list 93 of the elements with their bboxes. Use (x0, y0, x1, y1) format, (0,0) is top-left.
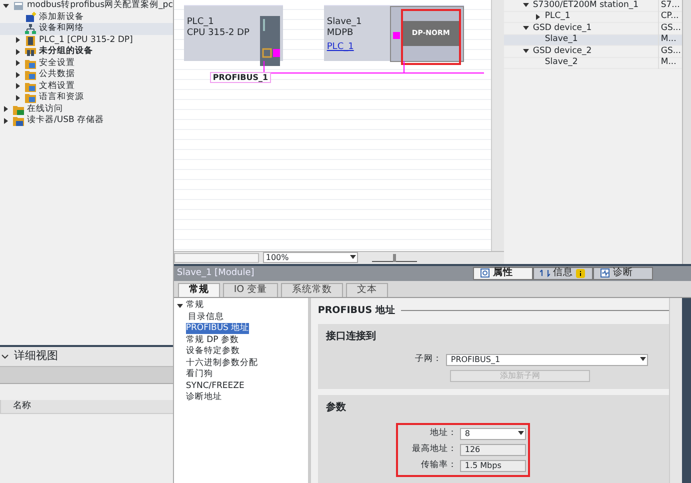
tab[interactable]: 系统常数 (281, 282, 344, 297)
nav-item[interactable]: 十六进制参数分配 (186, 358, 258, 368)
project-icon (13, 0, 24, 12)
folder-icon (25, 69, 36, 80)
field-label: 传输率： (420, 459, 458, 472)
tree-item[interactable]: 未分组的设备 (0, 46, 173, 58)
nav-item[interactable]: 常规 (186, 300, 204, 311)
nav-item[interactable]: 诊断地址 (186, 392, 222, 403)
expand-arrow-icon[interactable] (14, 70, 22, 79)
collapse-arrow-icon[interactable] (2, 2, 10, 10)
expand-arrow-icon[interactable] (2, 116, 10, 125)
expand-arrow-icon[interactable] (14, 48, 22, 56)
info-icon (540, 268, 550, 278)
tree-item[interactable]: 在线访问 (0, 104, 173, 115)
devices-icon (25, 46, 36, 58)
field-label: 最高地址： (410, 443, 458, 456)
slider-thumb[interactable] (392, 254, 396, 262)
expand-arrow-icon[interactable] (2, 105, 10, 114)
expand-arrow-icon[interactable] (14, 59, 22, 68)
dropdown-arrow-icon (516, 428, 525, 436)
section-title: 接口连接到 (326, 330, 377, 344)
panel-title: 详细视图 (14, 348, 58, 364)
nav-item[interactable]: 目录信息 (188, 312, 224, 322)
properties-icon (480, 268, 490, 278)
tree-item[interactable]: 语言和资源 (0, 92, 173, 104)
collapse-arrow-icon[interactable] (522, 24, 530, 32)
column-header: 名称 (0, 400, 100, 413)
cpu-icon (25, 34, 36, 46)
device-type: MDPB (326, 28, 354, 39)
tree-item[interactable]: 读卡器/USB 存储器 (0, 115, 173, 126)
table-row[interactable]: S7300/ET200M station_1 S7... (504, 0, 682, 12)
section-heading: PROFIBUS 地址 (318, 304, 669, 318)
port-icon (392, 32, 400, 39)
zoom-slider[interactable] (372, 254, 417, 262)
tree-item[interactable]: 设备和网络 (0, 23, 173, 34)
panel-tab[interactable]: 信息 (532, 266, 593, 280)
collapse-arrow-icon[interactable] (522, 47, 530, 56)
vertical-scrollbar[interactable] (668, 298, 682, 483)
tree-item[interactable]: 公共数据 (0, 69, 173, 80)
tab[interactable]: 文本 (346, 282, 388, 297)
dropdown-field[interactable]: PROFIBUS_1 (446, 354, 648, 366)
tree-item[interactable]: 文档设置 (0, 80, 173, 92)
zoom-dropdown[interactable]: 100% (262, 252, 358, 264)
dropdown-field[interactable]: 8 (460, 428, 526, 440)
expand-arrow-icon[interactable] (534, 12, 542, 21)
table-row[interactable]: Slave_2 M... (504, 58, 682, 69)
add-device-icon (25, 12, 36, 23)
dropdown-arrow-icon (638, 354, 647, 362)
tree-item[interactable]: PLC_1 [CPU 315-2 DP] (0, 34, 173, 46)
card-reader-icon (13, 115, 24, 126)
device-type: CPU 315-2 DP (186, 28, 250, 39)
field-label: 子网： (414, 353, 443, 366)
expand-arrow-icon[interactable] (14, 94, 22, 102)
table-row[interactable]: GSD device_2 GS... (504, 46, 682, 58)
tree-item[interactable]: 安全设置 (0, 58, 173, 69)
field-label: 地址： (428, 427, 458, 440)
inspector-title: Slave_1 [Module] (176, 266, 254, 280)
cpu-module-drawing (260, 16, 280, 66)
folder-icon (25, 80, 36, 92)
device-name: Slave_1 (326, 17, 362, 28)
section-title: 参数 (326, 400, 347, 415)
table-row[interactable]: PLC_1 CP... (504, 12, 682, 23)
online-icon (13, 104, 24, 115)
readonly-field: 126 (460, 444, 526, 456)
panel-tab[interactable]: 属性 (472, 266, 533, 280)
expand-arrow-icon[interactable] (14, 82, 22, 90)
tree-item[interactable]: 添加新设备 (0, 12, 173, 23)
panel-tab[interactable]: 诊断 (592, 266, 653, 280)
expand-arrow-icon[interactable] (14, 36, 22, 44)
horizontal-scrollbar[interactable] (174, 252, 259, 263)
tab[interactable]: 常规 (178, 282, 220, 297)
tree-item[interactable]: modbus转profibus网关配置案例_pc (0, 0, 173, 12)
table-row[interactable]: Slave_1 M... (504, 34, 682, 46)
collapse-icon (0, 352, 10, 360)
nav-item[interactable]: PROFIBUS 地址 (186, 323, 250, 334)
nav-item[interactable]: 设备特定参数 (186, 346, 240, 357)
device-link[interactable]: PLC_1 (326, 42, 362, 53)
collapse-arrow-icon[interactable] (522, 1, 530, 10)
subnet-label[interactable]: PROFIBUS_1 (210, 72, 272, 83)
tab[interactable]: IO 变量 (222, 282, 278, 297)
dropdown-arrow-icon (348, 253, 357, 262)
readonly-field: 1.5 Mbps (460, 460, 526, 472)
device-name: PLC_1 (186, 17, 215, 28)
vertical-scrollbar[interactable] (490, 0, 504, 251)
network-icon (25, 23, 36, 34)
collapse-arrow-icon[interactable] (176, 302, 184, 310)
nav-item[interactable]: 看门狗 (186, 369, 213, 380)
folder-icon (25, 58, 36, 69)
diagnostics-icon (600, 268, 610, 278)
nav-item[interactable]: 常规 DP 参数 (186, 334, 239, 346)
nav-item[interactable]: SYNC/FREEZE (186, 380, 244, 392)
warning-icon (576, 268, 585, 278)
folder-icon (25, 92, 36, 104)
